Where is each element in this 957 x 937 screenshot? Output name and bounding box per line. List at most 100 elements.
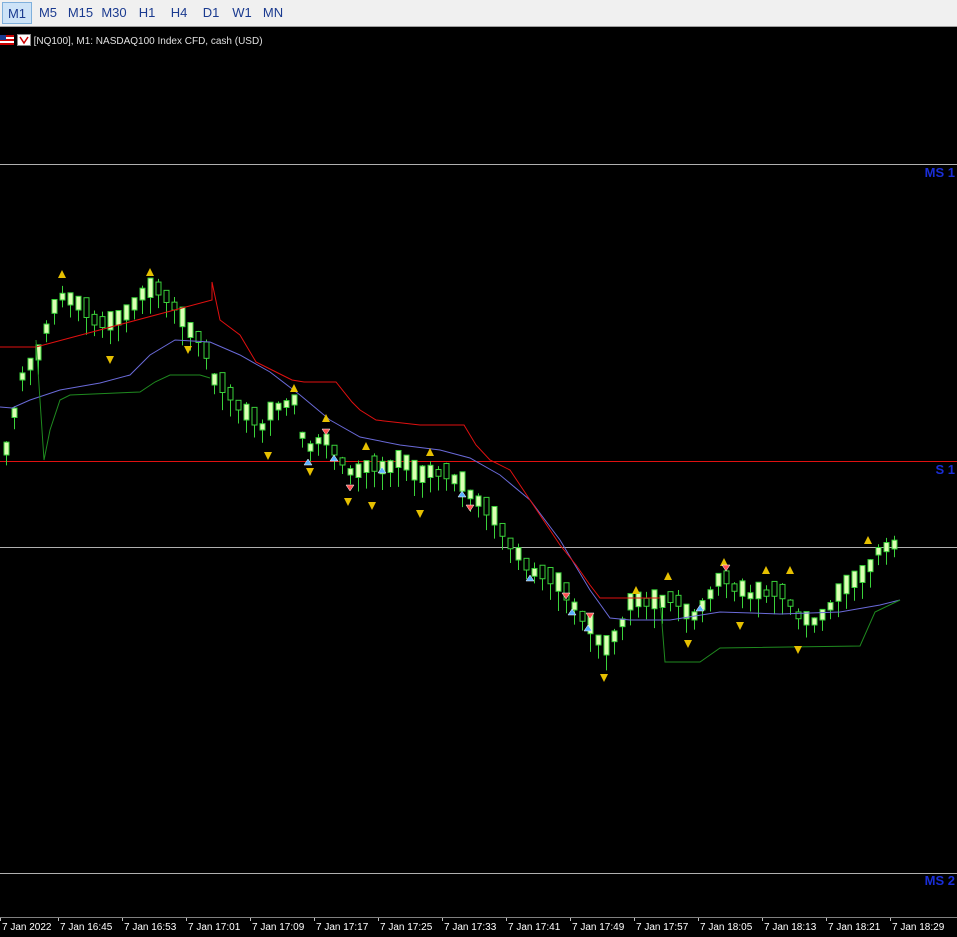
timeframe-button-mn[interactable]: MN <box>258 2 288 24</box>
timeframe-button-m5[interactable]: M5 <box>33 2 63 24</box>
signal-up-icon <box>457 490 467 498</box>
candle-body <box>91 313 98 326</box>
candle-body <box>171 301 178 311</box>
candle-body <box>483 496 490 516</box>
candle-body <box>43 323 50 334</box>
candle-body <box>307 443 314 452</box>
level-label-ms1: MS 1 <box>924 165 955 180</box>
price-chart[interactable] <box>0 27 957 917</box>
lower-stop-line <box>35 339 211 461</box>
fractal-up-icon <box>632 586 640 594</box>
candle-body <box>187 322 194 338</box>
time-tick-mark <box>890 918 891 921</box>
time-tick-mark <box>378 918 379 921</box>
chart-canvas <box>0 164 957 874</box>
time-tick-mark <box>506 918 507 921</box>
candle-body <box>507 537 514 550</box>
candle-body <box>59 292 66 301</box>
candle-body <box>715 572 722 587</box>
flag-icon <box>0 35 14 48</box>
timeframe-button-m1[interactable]: M1 <box>2 2 32 24</box>
candle-body <box>827 602 834 611</box>
candle-body <box>123 304 130 321</box>
time-tick-label: 7 Jan 17:41 <box>508 922 561 933</box>
time-tick-mark <box>442 918 443 921</box>
fractal-down-icon <box>344 498 352 506</box>
candle-body <box>403 454 410 471</box>
candle-body <box>843 574 850 595</box>
candle-body <box>475 495 482 507</box>
fractal-down-icon <box>306 468 314 476</box>
time-axis: 7 Jan 2022 7 Jan 16:45 7 Jan 16:53 7 Jan 17… <box>0 917 957 937</box>
candle-body <box>75 295 82 311</box>
signal-down-icon <box>345 484 355 492</box>
time-tick-mark <box>570 918 571 921</box>
level-label-s1: S 1 <box>935 462 955 477</box>
fractal-down-icon <box>794 646 802 654</box>
candle-body <box>83 297 90 319</box>
timeframe-button-w1[interactable]: W1 <box>227 2 257 24</box>
fractal-up-icon <box>362 442 370 450</box>
candle-body <box>811 617 818 626</box>
candle-body <box>651 589 658 610</box>
candle-body <box>515 547 522 561</box>
time-tick-mark <box>122 918 123 921</box>
time-tick-label: 7 Jan 18:13 <box>764 922 817 933</box>
candle-body <box>779 583 786 600</box>
fractal-down-icon <box>264 452 272 460</box>
fractal-down-icon <box>416 510 424 518</box>
candle-body <box>371 455 378 472</box>
time-tick-mark <box>314 918 315 921</box>
candle-body <box>467 489 474 500</box>
timeframe-button-h4[interactable]: H4 <box>164 2 194 24</box>
upper-stop-line <box>0 281 661 600</box>
candle-body <box>243 403 250 421</box>
time-tick-label: 7 Jan 17:09 <box>252 922 305 933</box>
candle-body <box>347 468 354 476</box>
candle-body <box>491 505 498 526</box>
fractal-up-icon <box>664 572 672 580</box>
candle-body <box>771 580 778 597</box>
candle-body <box>419 465 426 484</box>
candle-body <box>667 591 674 604</box>
timeframe-button-m15[interactable]: M15 <box>64 2 97 24</box>
candle-body <box>763 589 770 597</box>
fractal-down-icon <box>600 674 608 682</box>
time-tick-mark <box>826 918 827 921</box>
candle-body <box>443 463 450 480</box>
candle-body <box>579 610 586 622</box>
candle-body <box>883 542 890 553</box>
time-tick-label: 7 Jan 17:33 <box>444 922 497 933</box>
timeframe-button-d1[interactable]: D1 <box>196 2 226 24</box>
candle-body <box>643 597 650 607</box>
candle-body <box>683 603 690 620</box>
candle-body <box>547 566 554 585</box>
time-tick-label: 7 Jan 17:17 <box>316 922 369 933</box>
candle-body <box>27 357 34 371</box>
candle-body <box>523 557 530 571</box>
timeframe-button-h1[interactable]: H1 <box>132 2 162 24</box>
candle-body <box>435 469 442 477</box>
candle-body <box>619 618 626 628</box>
candle-body <box>891 539 898 550</box>
timeframe-button-m30[interactable]: M30 <box>98 2 130 24</box>
candle-body <box>427 464 434 479</box>
fractal-up-icon <box>762 566 770 574</box>
candle-body <box>531 567 538 577</box>
candle-body <box>275 402 282 411</box>
candle-body <box>315 437 322 445</box>
time-tick-label: 7 Jan 16:53 <box>124 922 177 933</box>
time-tick-mark <box>762 918 763 921</box>
candle-body <box>11 407 18 419</box>
candle-body <box>267 401 274 421</box>
candle-body <box>115 310 122 326</box>
candle-body <box>499 522 506 537</box>
time-tick-label: 7 Jan 18:05 <box>700 922 753 933</box>
candle-body <box>723 570 730 585</box>
candle-body <box>355 463 362 479</box>
fractal-up-icon <box>58 270 66 278</box>
candle-body <box>211 373 218 386</box>
candle-body <box>835 583 842 602</box>
candle-body <box>395 449 402 468</box>
candle-body <box>555 572 562 592</box>
